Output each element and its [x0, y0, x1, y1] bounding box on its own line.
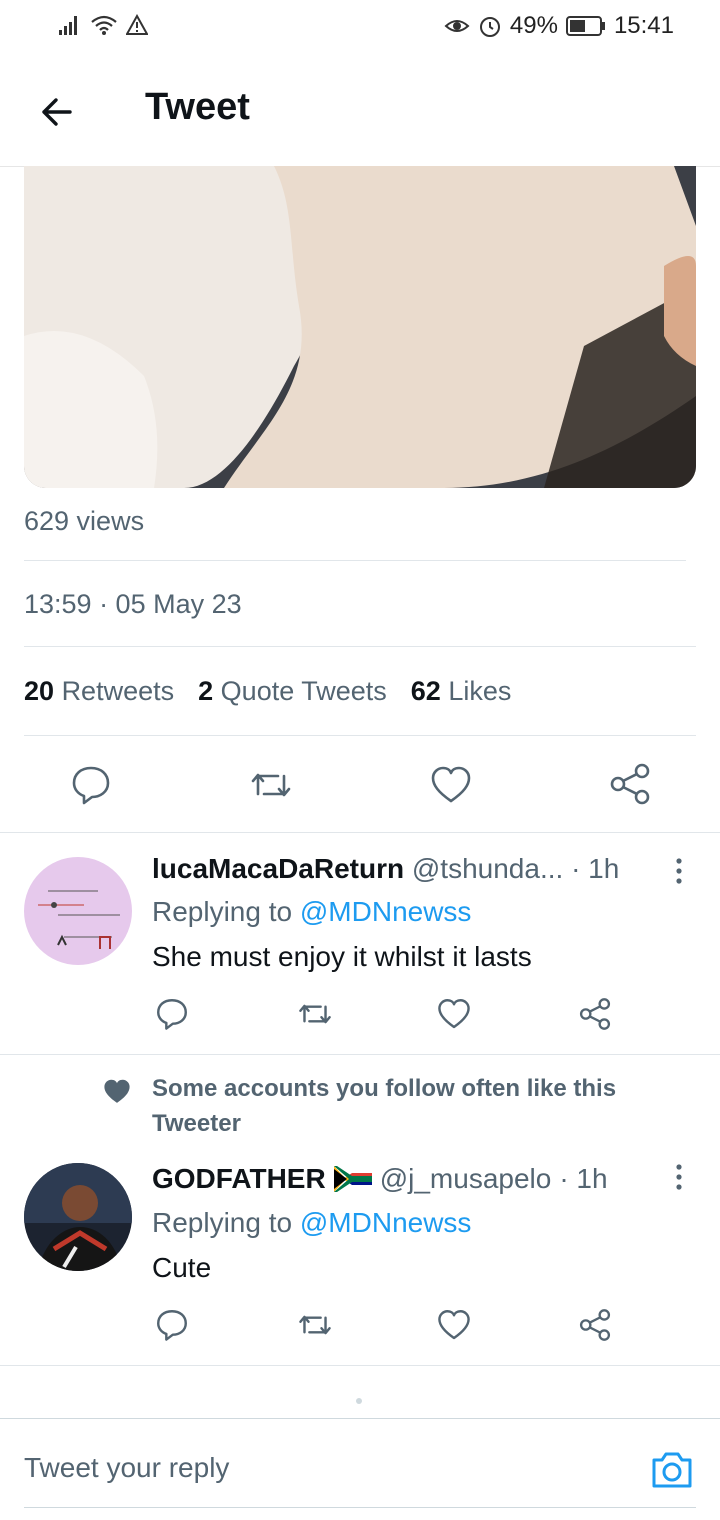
likes-stat[interactable]: 62 Likes [411, 676, 512, 707]
wifi-icon [91, 15, 117, 35]
quotes-count: 2 [198, 676, 214, 706]
reply-tweet[interactable]: Some accounts you follow often like this… [0, 1055, 720, 1365]
tweet-stats: 20 Retweets 2 Quote Tweets 62 Likes [24, 676, 511, 707]
tweet-timestamp: 13:59 · 05 May 23 [24, 589, 242, 619]
quotes-stat[interactable]: 2 Quote Tweets [198, 676, 387, 707]
avatar[interactable] [24, 857, 132, 965]
view-count: 629 views [24, 506, 145, 536]
battery-icon [565, 16, 605, 36]
divider [24, 560, 686, 561]
back-arrow-icon[interactable] [36, 90, 80, 134]
retweet-icon[interactable] [248, 764, 294, 806]
video-frame [24, 166, 696, 488]
mention-link[interactable]: @MDNnewss [300, 1207, 472, 1238]
like-icon[interactable] [430, 764, 472, 806]
username-handle[interactable]: @j_musapelo [380, 1163, 552, 1195]
retweets-label: Retweets [61, 676, 175, 706]
clock: 15:41 [613, 12, 674, 39]
eye-icon [444, 20, 470, 32]
battery-percent: 49% [509, 12, 558, 39]
reply-time: · 1h [559, 1163, 608, 1194]
divider [24, 735, 696, 736]
reply-icon[interactable] [155, 1308, 189, 1342]
replying-to: Replying to @MDNnewss [152, 896, 471, 928]
divider [0, 1365, 720, 1366]
social-context: Some accounts you follow often like this… [152, 1075, 617, 1137]
reply-header: lucaMacaDaReturn @tshunda... · 1h [152, 853, 619, 885]
divider [0, 1418, 720, 1419]
warning-icon [126, 14, 148, 35]
avatar-image [38, 890, 120, 949]
tweet-action-bar [0, 758, 720, 814]
replying-to: Replying to @MDNnewss [152, 1207, 471, 1239]
like-icon[interactable] [437, 1308, 471, 1342]
reply-time: · 1h [571, 853, 620, 884]
share-icon[interactable] [608, 762, 652, 806]
top-app-bar: Tweet [0, 56, 720, 167]
share-icon[interactable] [578, 997, 612, 1031]
share-icon[interactable] [578, 1308, 612, 1342]
retweets-stat[interactable]: 20 Retweets [24, 676, 174, 707]
likes-count: 62 [410, 676, 441, 706]
status-right: 49% 15:41 [444, 12, 674, 40]
like-icon[interactable] [437, 997, 471, 1031]
alarm-icon [479, 17, 500, 37]
divider [24, 646, 696, 647]
username-handle[interactable]: @tshunda... [412, 853, 563, 884]
input-underline [24, 1507, 696, 1508]
retweet-icon[interactable] [296, 997, 334, 1031]
avatar[interactable] [24, 1163, 132, 1271]
reply-tweet[interactable]: lucaMacaDaReturn @tshunda... · 1h Replyi… [0, 833, 720, 1053]
reply-icon[interactable] [155, 997, 189, 1031]
likes-label: Likes [448, 676, 512, 706]
status-left [58, 14, 148, 36]
replying-to-label: Replying to [152, 1207, 300, 1238]
camera-icon[interactable] [650, 1448, 694, 1492]
reply-input[interactable]: Tweet your reply [24, 1452, 229, 1484]
page-title: Tweet [145, 86, 250, 128]
reply-text: Cute [152, 1252, 212, 1283]
more-icon[interactable] [672, 857, 686, 887]
retweets-count: 20 [24, 676, 55, 706]
reply-icon[interactable] [70, 764, 112, 806]
display-name[interactable]: GODFATHER [152, 1163, 326, 1195]
more-icon[interactable] [672, 1163, 686, 1193]
reply-text: She must enjoy it whilst it lasts [152, 941, 532, 972]
quotes-label: Quote Tweets [220, 676, 387, 706]
signal-icon [59, 16, 77, 35]
reply-header: GODFATHER @j_musapelo · 1h [152, 1163, 608, 1195]
retweet-icon[interactable] [296, 1308, 334, 1342]
mention-link[interactable]: @MDNnewss [300, 896, 472, 927]
status-bar: 49% 15:41 [0, 0, 720, 56]
replying-to-label: Replying to [152, 896, 300, 927]
tweet-media-video[interactable] [24, 166, 696, 488]
scroll-indicator [356, 1398, 362, 1404]
south-africa-flag-icon [333, 1166, 372, 1192]
display-name[interactable]: lucaMacaDaReturn [152, 853, 404, 884]
avatar-image [24, 1163, 132, 1271]
heart-icon [104, 1079, 130, 1103]
